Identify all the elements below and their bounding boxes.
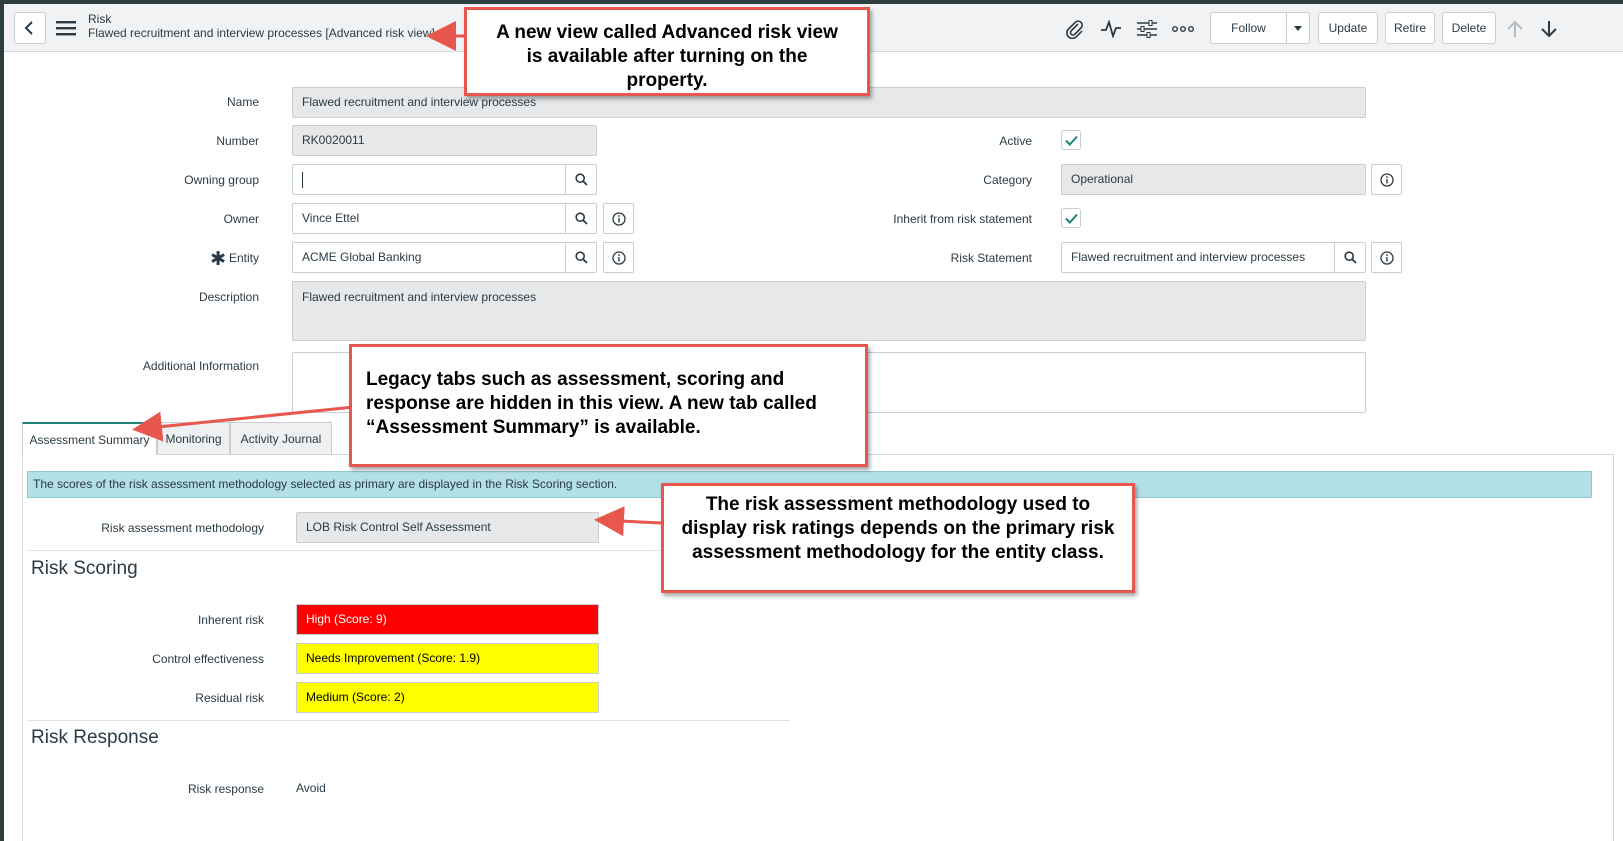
risk-statement-label: Risk Statement [950, 251, 1032, 265]
callout-text: A new view called Advanced risk view [496, 22, 838, 43]
paperclip-icon[interactable] [1064, 18, 1086, 40]
entity-search-button[interactable] [565, 242, 597, 273]
info-icon [611, 250, 626, 265]
divider [27, 720, 790, 721]
owning-group-label: Owning group [184, 173, 259, 187]
hamburger-menu-icon[interactable] [54, 16, 78, 40]
caret-down-icon [1294, 25, 1302, 31]
entity-input[interactable]: ACME Global Banking [292, 242, 566, 273]
risk-statement-info-button[interactable] [1371, 242, 1402, 273]
risk-response-value: Avoid [296, 781, 326, 795]
risk-statement-input[interactable]: Flawed recruitment and interview process… [1061, 242, 1335, 273]
callout-text: response are hidden in this view. A new … [366, 393, 817, 414]
callout-text: Legacy tabs such as assessment, scoring … [366, 369, 785, 390]
category-label: Category [983, 173, 1032, 187]
entity-label: Entity [228, 251, 259, 265]
control-effectiveness-label: Control effectiveness [152, 652, 264, 666]
checkmark-icon [1064, 213, 1078, 224]
divider [27, 550, 687, 551]
checkmark-icon [1064, 135, 1078, 146]
inherent-risk-rating: High (Score: 9) [296, 604, 599, 635]
owning-group-search-button[interactable] [565, 164, 597, 195]
inherit-label: Inherit from risk statement [893, 212, 1032, 226]
search-icon [574, 173, 588, 186]
callout-text: display risk ratings depends on the prim… [681, 518, 1115, 539]
more-options-icon[interactable] [1170, 18, 1196, 40]
control-effectiveness-rating: Needs Improvement (Score: 1.9) [296, 643, 599, 674]
active-label: Active [999, 134, 1032, 148]
inherent-risk-label: Inherent risk [197, 613, 264, 627]
previous-record-arrow-up-icon[interactable] [1504, 18, 1526, 40]
info-icon [1379, 250, 1394, 265]
back-button[interactable] [14, 12, 46, 44]
owner-search-button[interactable] [565, 203, 597, 234]
owner-info-button[interactable] [603, 203, 634, 234]
name-label: Name [226, 95, 259, 109]
update-button[interactable]: Update [1318, 12, 1378, 44]
category-field[interactable]: Operational [1061, 164, 1366, 195]
number-label: Number [216, 134, 259, 148]
active-checkbox[interactable] [1061, 130, 1081, 150]
callout-text: “Assessment Summary” is available. [366, 417, 701, 438]
search-icon [1343, 251, 1357, 264]
follow-button[interactable]: Follow [1210, 12, 1287, 44]
activity-pulse-icon[interactable] [1100, 18, 1122, 40]
risk-statement-search-button[interactable] [1334, 242, 1366, 273]
tab-assessment-summary[interactable]: Assessment Summary [22, 422, 157, 455]
personalize-sliders-icon[interactable] [1136, 18, 1158, 40]
description-label: Description [198, 290, 259, 304]
residual-risk-rating: Medium (Score: 2) [296, 682, 599, 713]
entity-label-row: ✱ Entity [64, 249, 259, 270]
category-info-button[interactable] [1371, 164, 1402, 195]
callout-methodology: The risk assessment methodology used to … [661, 483, 1135, 593]
tab-activity-journal[interactable]: Activity Journal [230, 422, 332, 454]
record-display-title: Flawed recruitment and interview process… [88, 26, 435, 40]
callout-text: is available after turning on the [526, 46, 808, 67]
risk-response-title: Risk Response [31, 727, 159, 748]
methodology-label: Risk assessment methodology [101, 521, 264, 535]
owner-label: Owner [223, 212, 259, 226]
tab-monitoring[interactable]: Monitoring [157, 422, 230, 454]
callout-text: assessment methodology for the entity cl… [692, 542, 1104, 563]
description-field[interactable]: Flawed recruitment and interview process… [292, 281, 1366, 341]
search-icon [574, 251, 588, 264]
methodology-field[interactable]: LOB Risk Control Self Assessment [296, 512, 599, 543]
residual-risk-label: Residual risk [195, 691, 264, 705]
search-icon [574, 212, 588, 225]
additional-info-label: Additional Information [142, 359, 259, 373]
info-icon [611, 211, 626, 226]
chevron-left-icon [24, 21, 33, 35]
callout-text: property. [626, 70, 708, 91]
owning-group-input[interactable] [292, 164, 566, 195]
next-record-arrow-down-icon[interactable] [1538, 18, 1560, 40]
info-icon [1379, 172, 1394, 187]
delete-button[interactable]: Delete [1442, 12, 1496, 44]
callout-legacy-tabs: Legacy tabs such as assessment, scoring … [349, 344, 868, 467]
retire-button[interactable]: Retire [1385, 12, 1435, 44]
entity-info-button[interactable] [603, 242, 634, 273]
risk-scoring-title: Risk Scoring [31, 558, 138, 579]
number-field[interactable]: RK0020011 [292, 125, 597, 156]
owner-input[interactable]: Vince Ettel [292, 203, 566, 234]
follow-dropdown-button[interactable] [1286, 12, 1310, 44]
mandatory-asterisk-icon: ✱ [210, 249, 226, 270]
text-cursor [302, 171, 303, 188]
risk-response-label: Risk response [187, 782, 264, 796]
inherit-checkbox[interactable] [1061, 208, 1081, 228]
callout-text: The risk assessment methodology used to [705, 494, 1091, 515]
callout-advanced-view: A new view called Advanced risk view is … [464, 7, 870, 96]
table-name: Risk [88, 12, 112, 26]
app-frame: Risk Flawed recruitment and interview pr… [4, 4, 1623, 841]
